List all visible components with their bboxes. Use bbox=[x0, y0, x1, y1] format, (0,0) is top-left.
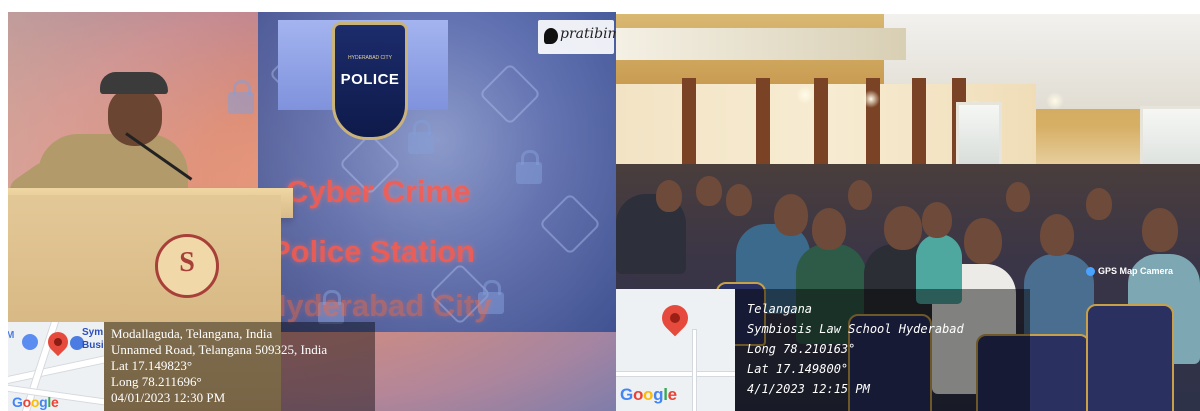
map-thumbnail: Google bbox=[616, 289, 735, 411]
padlock-icon bbox=[516, 150, 542, 184]
badge-subtitle: HYDERABAD CITY bbox=[348, 55, 392, 61]
gps-overlay-right: Google Telangana Symbiosis Law School Hy… bbox=[616, 289, 1030, 411]
gps-longitude: Long 78.211696° bbox=[111, 374, 202, 389]
gps-info-right: Telangana Symbiosis Law School Hyderabad… bbox=[747, 299, 964, 399]
map-label: M bbox=[8, 330, 15, 341]
police-shield-logo: HYDERABAD CITY POLICE bbox=[332, 22, 408, 140]
auditorium-seat bbox=[1086, 304, 1174, 411]
map-thumbnail: M Sym Busi Google bbox=[8, 322, 104, 411]
poi-marker-icon bbox=[22, 334, 38, 350]
gps-latitude: Lat 17.149823° bbox=[111, 358, 193, 373]
gps-region: Telangana bbox=[747, 302, 813, 316]
gps-info-left: Modallaguda, Telangana, India Unnamed Ro… bbox=[111, 326, 327, 406]
location-pin-icon bbox=[656, 299, 694, 337]
watermark-signature: pratibimb bbox=[560, 26, 616, 42]
gps-map-camera-label: GPS Map Camera bbox=[1086, 266, 1173, 276]
camera-logo-icon bbox=[544, 28, 558, 44]
google-logo: Google bbox=[620, 385, 677, 404]
photographer-watermark: pratibimb bbox=[538, 20, 616, 54]
screen-line-2: Police Station bbox=[270, 234, 475, 269]
google-logo: Google bbox=[12, 394, 59, 410]
gps-street-line: Unnamed Road, Telangana 509325, India bbox=[111, 342, 328, 357]
university-emblem bbox=[155, 234, 219, 298]
map-business-label: Sym Busi bbox=[82, 327, 104, 351]
gps-address-line: Modallaguda, Telangana, India bbox=[111, 326, 273, 341]
screen-line-3: Hyderabad City bbox=[264, 288, 492, 323]
gps-place-name: Symbiosis Law School Hyderabad bbox=[747, 322, 964, 336]
gps-timestamp: 04/01/2023 12:30 PM bbox=[111, 390, 226, 405]
gps-overlay-left: M Sym Busi Google Modallaguda, Telangana… bbox=[8, 322, 375, 411]
gps-latitude: Lat 17.149800° bbox=[747, 362, 849, 376]
padlock-icon bbox=[228, 80, 254, 114]
gps-longitude: Long 78.210163° bbox=[747, 342, 856, 356]
screen-line-1: Cyber Crime bbox=[286, 174, 471, 209]
police-logo-panel: HYDERABAD CITY POLICE bbox=[278, 20, 448, 140]
upper-window-band bbox=[616, 28, 906, 60]
padlock-icon bbox=[408, 120, 434, 154]
gps-timestamp: 4/1/2023 12:15 PM bbox=[747, 382, 870, 396]
photo-collage: HYDERABAD CITY POLICE Cyber Crime Police… bbox=[0, 0, 1200, 411]
badge-text: POLICE bbox=[340, 71, 400, 88]
police-cap bbox=[100, 72, 168, 94]
